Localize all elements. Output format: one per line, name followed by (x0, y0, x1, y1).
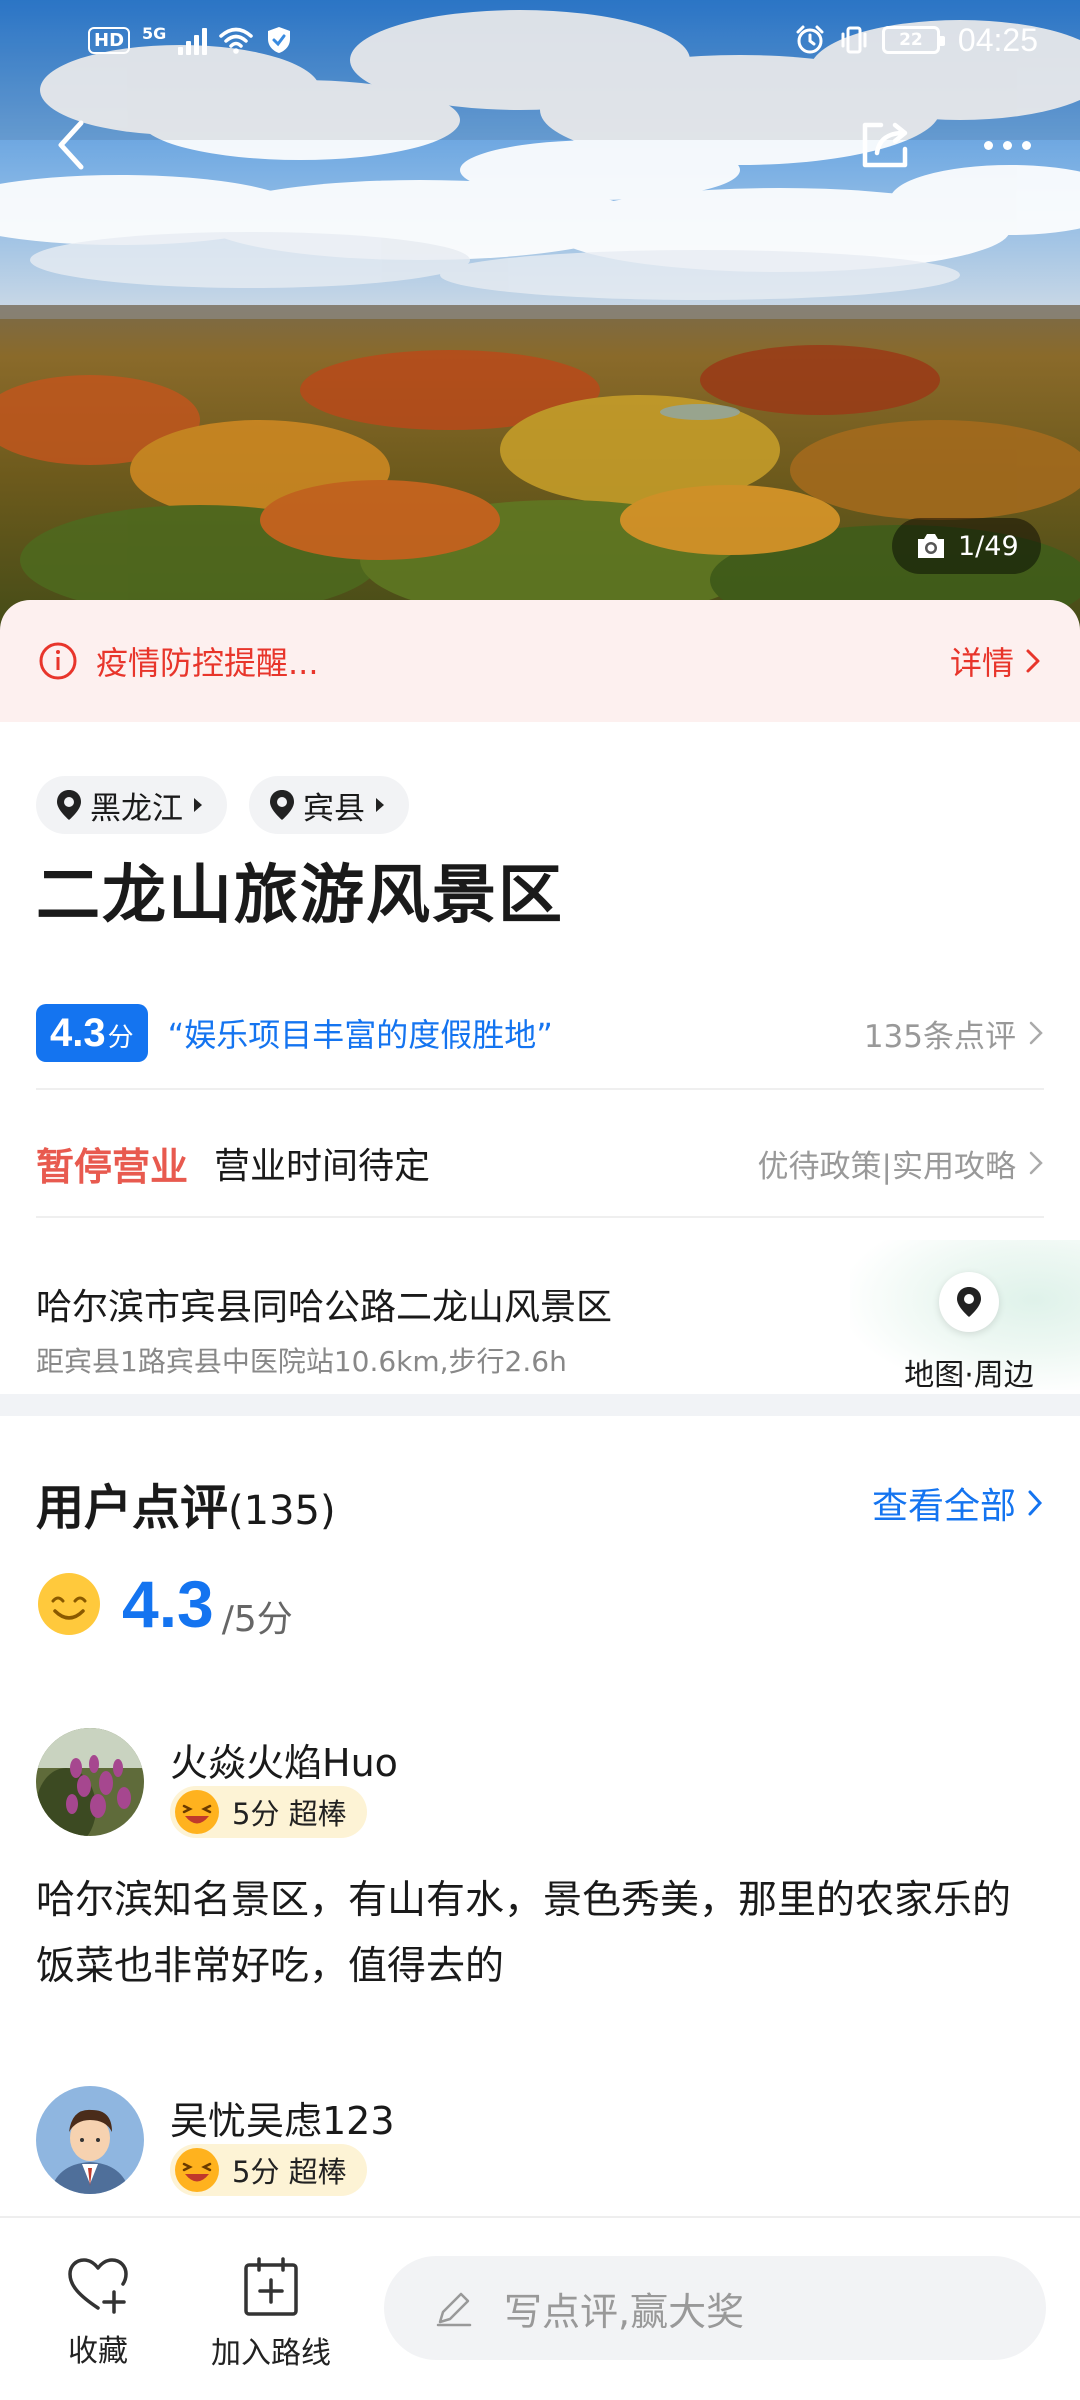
divider (36, 1216, 1044, 1218)
reviews-title: 用户点评(135) (36, 1468, 336, 1538)
share-icon (862, 122, 908, 168)
back-button[interactable] (36, 110, 106, 180)
poi-title: 二龙山旅游风景区 (36, 859, 564, 933)
map-pin-icon (939, 1272, 999, 1332)
avatar[interactable] (36, 2086, 144, 2194)
caret-right-icon (194, 798, 202, 812)
review-item[interactable]: 吴忧吴虑123 5分 超棒 (36, 2086, 1044, 2206)
laughing-emoji-icon (175, 1790, 219, 1834)
review-score-text: 5分 超棒 (232, 2155, 347, 2189)
alert-text: 疫情防控提醒... (96, 644, 319, 682)
province-chip[interactable]: 黑龙江 (36, 776, 227, 834)
rating-value: 4.3 (50, 1011, 106, 1055)
pencil-icon (436, 2292, 472, 2327)
add-route-button[interactable]: 加入路线 (196, 2256, 346, 2372)
alarm-icon (796, 25, 824, 54)
map-nearby-label: 地图·周边 (904, 1358, 1034, 1393)
alert-detail-link[interactable]: 详情 (950, 638, 1042, 684)
calendar-add-icon (244, 2257, 298, 2316)
chevron-left-icon (58, 120, 84, 170)
business-status: 暂停营业 (36, 1144, 189, 1189)
caret-right-icon (376, 798, 384, 812)
heart-add-icon (68, 2258, 128, 2314)
location-breadcrumb: 黑龙江 宾县 (36, 776, 409, 834)
province-label: 黑龙江 (90, 790, 183, 827)
write-review-input[interactable]: 写点评,赢大奖 (384, 2256, 1046, 2360)
vibrate-icon (841, 26, 867, 54)
status-time: 04:25 (957, 21, 1038, 58)
signal-icon (178, 25, 208, 55)
photo-counter-text: 1/49 (958, 530, 1019, 562)
add-route-label: 加入路线 (211, 2336, 331, 2371)
bottom-action-bar: 收藏 加入路线 写点评,赢大奖 (0, 2216, 1080, 2400)
camera-icon (918, 534, 944, 558)
hd-icon: HD (88, 26, 131, 54)
chevron-right-icon (1029, 1151, 1043, 1175)
reviewer-name[interactable]: 火焱火焰Huo (170, 1732, 398, 1787)
alert-detail-label: 详情 (949, 644, 1014, 682)
chevron-right-icon (1028, 1490, 1043, 1516)
poi-info-section: 黑龙江 宾县 二龙山旅游风景区 4.3 分 “娱乐项目丰富的度假胜地” 135条… (0, 722, 1080, 1394)
review-text[interactable]: 哈尔滨知名景区，有山有水，景色秀美，那里的农家乐的饭菜也非常好吃，值得去的 (36, 1868, 1044, 2000)
more-dot-icon (1002, 140, 1012, 150)
reviews-count: (135) (228, 1488, 336, 1534)
see-all-label: 查看全部 (871, 1486, 1016, 1527)
county-label: 宾县 (303, 790, 365, 827)
location-pin-icon (270, 790, 294, 820)
distance-text: 距宾县1路宾县中医院站10.6km,步行2.6h (36, 1345, 567, 1378)
chevron-right-icon (1029, 1021, 1043, 1045)
rating-row[interactable]: 4.3 分 “娱乐项目丰富的度假胜地” 135条点评 (36, 990, 1044, 1076)
more-button[interactable] (972, 110, 1042, 180)
business-status-row[interactable]: 暂停营业 营业时间待定 优待政策|实用攻略 (36, 1120, 1044, 1206)
rating-badge: 4.3 分 (36, 1004, 148, 1062)
write-review-placeholder: 写点评,赢大奖 (504, 2289, 745, 2334)
reviewer-name[interactable]: 吴忧吴虑123 (170, 2090, 395, 2145)
summary-score-max: /5分 (221, 1599, 293, 1640)
wifi-icon (219, 27, 254, 54)
review-score-text: 5分 超棒 (232, 1797, 347, 1831)
address-block[interactable]: 哈尔滨市宾县同哈公路二龙山风景区 距宾县1路宾县中医院站10.6km,步行2.6… (36, 1240, 1080, 1393)
reviews-header: 用户点评(135) 查看全部 (36, 1468, 1044, 1538)
review-score-badge: 5分 超棒 (170, 2144, 367, 2196)
chevron-right-icon (1026, 649, 1040, 673)
review-count-label: 135条点评 (863, 1018, 1016, 1055)
location-pin-icon (57, 790, 81, 820)
share-button[interactable] (850, 110, 920, 180)
poi-detail-page: HD 5G 22 04:25 1/49 疫情防控提醒... 详情 黑龙江 宾县 … (0, 0, 1080, 2400)
policy-guide-label: 优待政策|实用攻略 (757, 1148, 1016, 1185)
battery-icon: 22 (881, 26, 945, 54)
laughing-emoji-icon (175, 2148, 219, 2192)
summary-score: 4.3 (122, 1567, 214, 1641)
reviews-section: 用户点评(135) 查看全部 4.3 /5分 火焱火焰Huo 5分 超棒 哈尔滨… (0, 1416, 1080, 2216)
review-score-badge: 5分 超棒 (170, 1786, 367, 1838)
photo-counter[interactable]: 1/49 (892, 518, 1041, 574)
review-score-summary: 4.3 /5分 (36, 1566, 293, 1642)
review-count-link[interactable]: 135条点评 (864, 1011, 1044, 1056)
info-icon (39, 642, 77, 680)
rating-tagline: “娱乐项目丰富的度假胜地” (167, 1016, 553, 1054)
network-type: 5G (142, 23, 167, 43)
divider (36, 1088, 1044, 1090)
epidemic-alert-banner[interactable]: 疫情防控提醒... 详情 (0, 600, 1080, 722)
see-all-reviews-link[interactable]: 查看全部 (872, 1477, 1044, 1529)
favorite-button[interactable]: 收藏 (58, 2256, 138, 2370)
rating-unit: 分 (107, 1023, 134, 1053)
smile-emoji-icon (38, 1573, 100, 1635)
county-chip[interactable]: 宾县 (249, 776, 409, 834)
more-dot-icon (1021, 140, 1031, 150)
more-dot-icon (983, 140, 993, 150)
favorite-label: 收藏 (68, 2334, 128, 2369)
shield-icon (268, 27, 291, 53)
section-separator (0, 1394, 1080, 1416)
policy-guide-link[interactable]: 优待政策|实用攻略 (758, 1141, 1044, 1186)
status-bar: HD 5G 22 04:25 (0, 0, 1080, 80)
address-text: 哈尔滨市宾县同哈公路二龙山风景区 (36, 1287, 613, 1328)
avatar[interactable] (36, 1728, 144, 1836)
hero-gallery[interactable]: HD 5G 22 04:25 1/49 (0, 0, 1080, 650)
reviews-title-text: 用户点评 (36, 1480, 229, 1536)
map-nearby-button[interactable]: 地图·周边 (894, 1272, 1044, 1394)
business-hours: 营业时间待定 (214, 1146, 431, 1187)
review-item[interactable]: 火焱火焰Huo 5分 超棒 哈尔滨知名景区，有山有水，景色秀美，那里的农家乐的饭… (36, 1728, 1044, 2028)
